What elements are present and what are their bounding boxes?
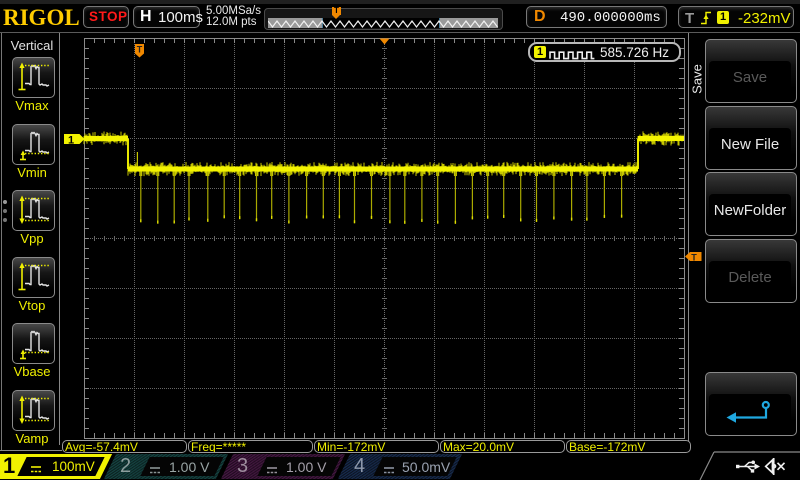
svg-text:T: T bbox=[137, 45, 143, 55]
svg-text:1: 1 bbox=[68, 135, 74, 147]
svg-text:T: T bbox=[691, 253, 697, 263]
